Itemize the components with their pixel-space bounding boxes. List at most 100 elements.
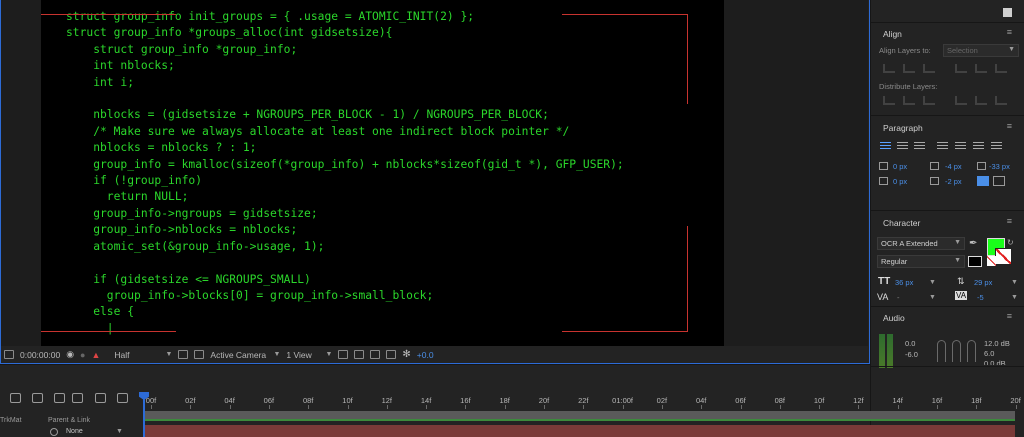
swap-colors-icon[interactable]: ↻ (1007, 238, 1014, 247)
distribute-vcenter-icon[interactable] (903, 96, 915, 105)
distribute-left-icon[interactable] (955, 96, 967, 105)
align-hcenter-icon[interactable] (903, 64, 915, 73)
code-line: group_info->ngroups = gidsetsize; (66, 206, 318, 220)
align-right-icon[interactable] (923, 64, 935, 73)
distribute-right-icon[interactable] (995, 96, 1007, 105)
transparency-grid-icon[interactable] (194, 350, 205, 359)
distribute-top-icon[interactable] (883, 96, 895, 105)
audio-slider-right[interactable] (967, 340, 976, 362)
font-size-value[interactable]: 36 px (895, 278, 913, 287)
align-panel-title[interactable]: Align (883, 29, 902, 39)
panel-menu-icon[interactable] (1003, 8, 1012, 17)
indent-right-value[interactable]: 0 px (893, 177, 907, 186)
ruler-tick (151, 405, 152, 409)
region-of-interest-icon[interactable] (178, 350, 189, 359)
safe-margin-top-right (562, 14, 688, 104)
camera-view-select[interactable]: Active Camera ▼ (210, 350, 280, 360)
view-layout-select[interactable]: 1 View ▼ (286, 350, 332, 360)
chevron-down-icon: ▼ (325, 351, 333, 358)
divider (871, 22, 1024, 23)
parent-select[interactable]: None (66, 428, 83, 435)
ruler-tick (858, 405, 860, 409)
audio-meter-right (887, 334, 893, 368)
character-panel-title[interactable]: Character (883, 218, 920, 228)
code-line: return NULL; (66, 190, 189, 204)
panel-menu-icon[interactable]: ≡ (1007, 311, 1012, 321)
kerning-value[interactable]: - (897, 293, 900, 302)
composition-canvas[interactable]: struct group_info init_groups = { .usage… (41, 0, 724, 346)
ruler-tick (701, 405, 703, 409)
time-ruler[interactable]: 00f 02f 04f 06f 08f 10f 12f 14f 16f 18f 20f 22f 01:0… (143, 393, 1021, 409)
exposure-icon[interactable]: ✻ (402, 349, 410, 360)
ruler-label: 12f (381, 396, 393, 405)
audio-slider-left[interactable] (937, 340, 946, 362)
audio-panel-title[interactable]: Audio (883, 313, 905, 323)
eyedropper-icon[interactable]: ✒ (969, 238, 977, 249)
comp-flowchart-icon[interactable] (386, 350, 397, 359)
ruler-label: 08f (302, 396, 314, 405)
distribute-bottom-icon[interactable] (923, 96, 935, 105)
code-line: group_info = kmalloc(sizeof(*group_info)… (66, 157, 624, 171)
space-after-icon (930, 177, 939, 185)
resolution-select[interactable]: Half ▼ (114, 350, 172, 360)
space-before-value[interactable]: -4 px (945, 162, 962, 171)
draft-3d-icon[interactable] (10, 393, 21, 403)
font-family-select[interactable]: OCR A Extended ▼ (877, 237, 965, 250)
code-text-layer[interactable]: struct group_info init_groups = { .usage… (66, 9, 624, 337)
align-text-right-icon[interactable] (914, 142, 925, 151)
panel-menu-icon[interactable]: ≡ (1007, 216, 1012, 226)
font-style-select[interactable]: Regular ▼ (877, 255, 965, 268)
ruler-label: 10f (813, 396, 825, 405)
audio-slider-center[interactable] (952, 340, 961, 362)
black-swatch[interactable] (968, 256, 982, 267)
ltr-direction-icon[interactable] (977, 176, 989, 186)
timecode-display[interactable]: 0:00:00:00 (20, 350, 60, 360)
toggle-pixel-aspect-icon[interactable] (338, 350, 349, 359)
fast-previews-icon[interactable] (354, 350, 365, 359)
color-channel-icon[interactable]: ▲ (91, 350, 100, 360)
align-left-icon[interactable] (883, 64, 895, 73)
tracking-value[interactable]: -5 (977, 293, 984, 302)
stroke-color-swatch[interactable] (995, 248, 1012, 265)
align-bottom-icon[interactable] (995, 64, 1007, 73)
align-text-left-icon[interactable] (880, 142, 891, 151)
align-vcenter-icon[interactable] (975, 64, 987, 73)
distribute-hcenter-icon[interactable] (975, 96, 987, 105)
grid-icon[interactable] (4, 350, 14, 359)
show-snapshot-icon[interactable]: ● (80, 350, 85, 360)
space-after-value[interactable]: -2 px (945, 177, 962, 186)
panel-menu-icon[interactable]: ≡ (1007, 121, 1012, 131)
justify-all-icon[interactable] (991, 142, 1002, 151)
camera-snapshot-icon[interactable]: ◉ (66, 349, 74, 360)
code-line: group_info->blocks[0] = group_info->smal… (66, 288, 434, 302)
justify-last-center-icon[interactable] (955, 142, 966, 151)
leading-value[interactable]: 29 px (974, 278, 992, 287)
first-line-indent-icon (977, 162, 986, 170)
graph-editor-icon[interactable] (95, 393, 106, 403)
work-area-bar[interactable] (145, 411, 1015, 421)
ruler-label: 18f (499, 396, 510, 405)
align-text-center-icon[interactable] (897, 142, 908, 151)
code-line: else { (66, 305, 135, 319)
paragraph-panel-title[interactable]: Paragraph (883, 123, 923, 133)
pickwhip-icon[interactable] (50, 428, 58, 436)
ruler-tick (347, 405, 349, 409)
no-stroke-swatch[interactable] (987, 256, 996, 266)
timeline-icon[interactable] (370, 350, 381, 359)
align-layers-to-select[interactable]: Selection ▼ (943, 44, 1019, 57)
panel-menu-icon[interactable]: ≡ (1007, 27, 1012, 37)
layer-duration-bar[interactable] (145, 425, 1015, 437)
rtl-direction-icon[interactable] (993, 176, 1005, 186)
indent-left-value[interactable]: 0 px (893, 162, 907, 171)
exposure-value[interactable]: +0.0 (417, 350, 434, 360)
frame-blending-icon[interactable] (54, 393, 65, 403)
align-top-icon[interactable] (955, 64, 967, 73)
justify-last-right-icon[interactable] (973, 142, 984, 151)
first-line-indent-value[interactable]: -33 px (989, 162, 1010, 171)
shy-layers-icon[interactable] (32, 393, 43, 403)
justify-last-left-icon[interactable] (937, 142, 948, 151)
motion-blur-icon[interactable] (72, 393, 83, 403)
code-line: struct group_info *groups_alloc(int gids… (66, 26, 393, 40)
comp-mini-flowchart-icon[interactable] (117, 393, 128, 403)
